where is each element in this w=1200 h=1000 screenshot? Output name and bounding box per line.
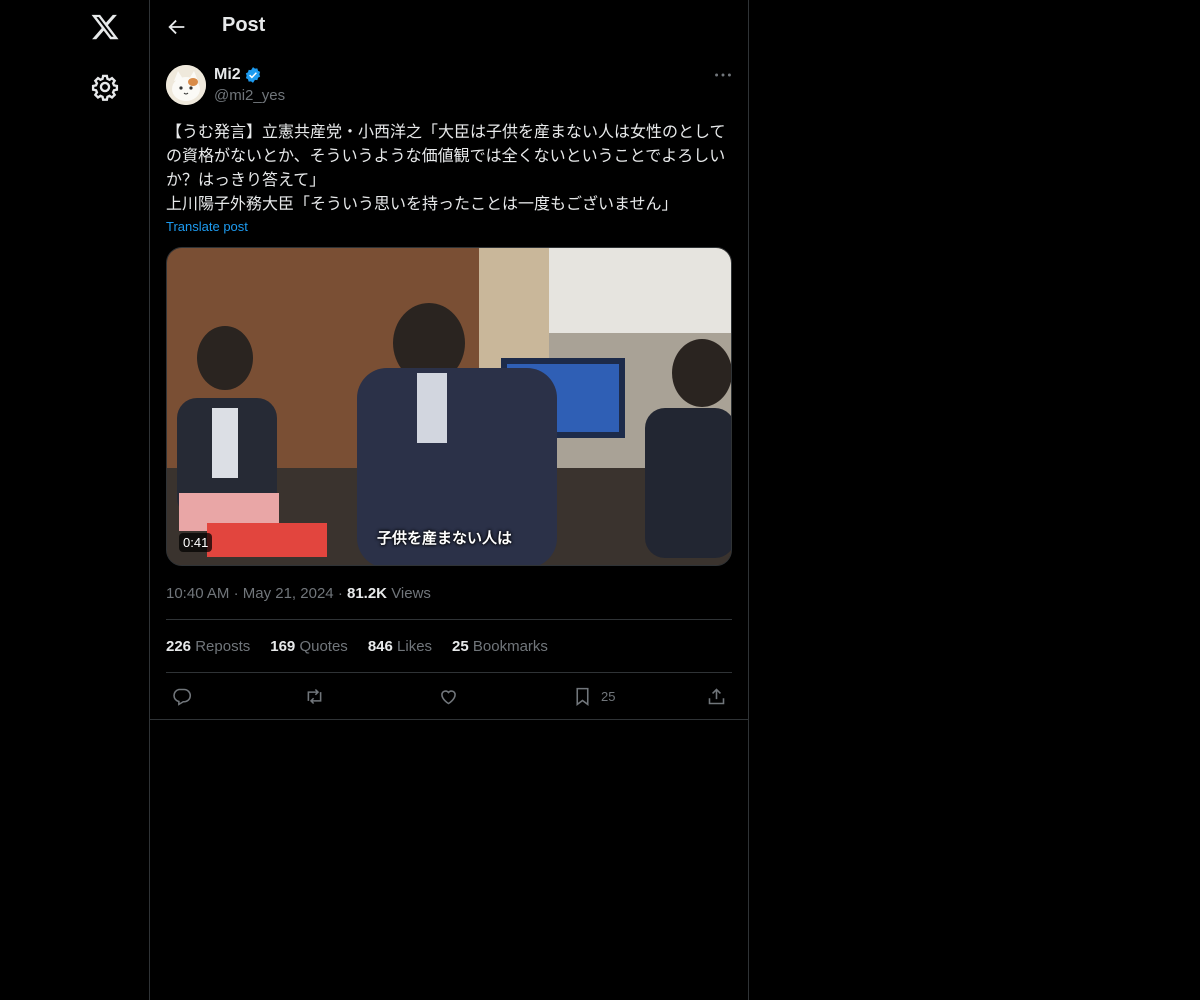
- likes-stat[interactable]: 846 Likes: [368, 638, 432, 655]
- meta-separator: ·: [337, 585, 343, 602]
- post-time[interactable]: 10:40 AM: [166, 585, 229, 602]
- quotes-stat[interactable]: 169 Quotes: [270, 638, 348, 655]
- x-logo-icon[interactable]: [90, 12, 120, 42]
- post-text: 【うむ発言】立憲共産党・小西洋之「大臣は子供を産まない人は女性のとしての資格がな…: [166, 122, 726, 213]
- post-meta: 10:40 AM · May 21, 2024 · 81.2K Views: [166, 585, 431, 602]
- author-name[interactable]: Mi2: [214, 66, 241, 84]
- engagement-stats: 226 Reposts 169 Quotes 846 Likes 25 Book…: [166, 638, 548, 655]
- bookmark-icon: [576, 687, 589, 706]
- left-nav: [0, 0, 150, 1000]
- reply-button[interactable]: [171, 684, 192, 708]
- back-arrow-icon[interactable]: [166, 16, 188, 38]
- bookmark-button[interactable]: 25: [572, 684, 615, 708]
- more-icon[interactable]: [712, 64, 734, 86]
- views-count: 81.2K: [346, 585, 388, 602]
- repost-button[interactable]: [304, 684, 325, 708]
- share-button[interactable]: [706, 684, 727, 708]
- post-header: Post: [150, 0, 748, 53]
- action-bar: 25: [166, 684, 732, 708]
- video-caption: 子供を産まない人は: [377, 529, 513, 547]
- translate-post-link[interactable]: Translate post: [166, 219, 248, 234]
- reply-icon: [173, 688, 192, 706]
- like-icon: [441, 689, 456, 704]
- divider: [166, 619, 732, 620]
- views-label: Views: [391, 585, 431, 602]
- avatar[interactable]: [166, 65, 206, 105]
- video-player[interactable]: 0:41 子供を産まない人は: [166, 247, 732, 566]
- video-duration: 0:41: [179, 533, 213, 552]
- post-column: Post Mi2 @mi2_yes 【うむ発言】立憲共産党・小西洋之「大臣は子供…: [149, 0, 749, 1000]
- repost-icon: [307, 688, 322, 704]
- divider: [166, 672, 732, 673]
- post-bottom-border: [150, 719, 748, 720]
- page-title: Post: [222, 14, 266, 36]
- verified-badge-icon: [244, 66, 262, 84]
- meta-separator: ·: [233, 585, 239, 602]
- reposts-stat[interactable]: 226 Reposts: [166, 638, 250, 655]
- video-frame: [167, 248, 731, 565]
- bookmark-count: 25: [601, 688, 616, 704]
- author-handle[interactable]: @mi2_yes: [214, 87, 285, 104]
- gear-icon[interactable]: [91, 73, 119, 101]
- like-button[interactable]: [438, 684, 459, 708]
- bookmarks-stat[interactable]: 25 Bookmarks: [452, 638, 548, 655]
- post-date[interactable]: May 21, 2024: [243, 585, 334, 602]
- share-icon: [708, 687, 725, 704]
